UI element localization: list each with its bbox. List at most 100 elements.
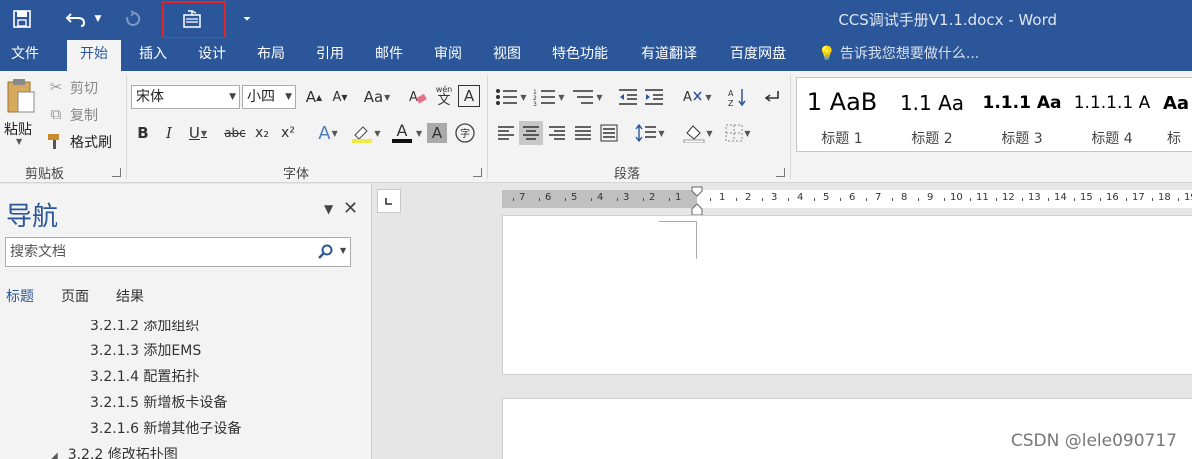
font-color-icon[interactable]: A bbox=[386, 121, 418, 145]
tab-file[interactable]: 文件 bbox=[11, 38, 39, 71]
tab-selector-icon[interactable] bbox=[377, 189, 401, 213]
ruler-tick bbox=[1126, 198, 1127, 201]
document-page[interactable] bbox=[502, 215, 1192, 375]
shrink-font-icon[interactable]: A ▼ bbox=[328, 85, 352, 109]
customize-quick-access-icon[interactable]: ⏷ bbox=[240, 0, 254, 38]
grow-font-icon[interactable]: A ▲ bbox=[302, 85, 326, 109]
ruler-number: 18 bbox=[1158, 192, 1171, 203]
tab-view[interactable]: 视图 bbox=[493, 38, 521, 71]
format-painter-icon[interactable] bbox=[46, 131, 66, 151]
text-direction-icon[interactable]: A ▼ bbox=[680, 85, 714, 109]
ruler-tick bbox=[1152, 198, 1153, 201]
font-launcher-icon[interactable] bbox=[473, 168, 482, 177]
collapse-triangle-icon[interactable]: ◢ bbox=[50, 451, 58, 459]
line-spacing-icon[interactable]: ▼ bbox=[632, 121, 668, 145]
highlight-box bbox=[162, 1, 226, 39]
format-painter-label[interactable]: 格式刷 bbox=[70, 132, 112, 152]
strikethrough-icon[interactable]: abc bbox=[222, 121, 248, 145]
style-heading-4[interactable]: 1.1.1.1 A 标题 4 bbox=[1067, 78, 1157, 151]
sort-icon[interactable]: AZ bbox=[726, 85, 750, 109]
ruler-tick bbox=[892, 198, 893, 201]
close-icon[interactable]: ✕ bbox=[343, 198, 358, 219]
ruler-tick bbox=[918, 198, 919, 201]
character-shading-icon[interactable]: A bbox=[427, 123, 447, 143]
nav-heading-item[interactable]: 3.2.1.5 新增板卡设备 bbox=[90, 392, 227, 412]
bold-icon[interactable]: B bbox=[131, 121, 155, 145]
align-center-icon[interactable] bbox=[519, 121, 543, 145]
superscript-icon[interactable]: x² bbox=[276, 121, 300, 145]
enclose-characters-icon[interactable]: 字 bbox=[453, 121, 477, 145]
svg-text:Z: Z bbox=[728, 99, 734, 107]
undo-icon[interactable] bbox=[62, 0, 90, 38]
style-title[interactable]: Aa 标 bbox=[1159, 78, 1192, 151]
show-formatting-marks-icon[interactable] bbox=[760, 85, 784, 109]
font-size-combo[interactable]: 小四 ▼ bbox=[242, 85, 296, 109]
clipboard-launcher-icon[interactable] bbox=[112, 168, 121, 177]
ruler-tick bbox=[970, 198, 971, 201]
ruler-number: 8 bbox=[901, 192, 908, 203]
tell-me-box[interactable]: 💡 告诉我您想要做什么... bbox=[818, 38, 979, 71]
text-effects-icon[interactable]: A ▼ bbox=[312, 121, 344, 145]
tab-home[interactable]: 开始 bbox=[67, 40, 121, 71]
save-icon[interactable] bbox=[8, 0, 36, 38]
clear-formatting-icon[interactable]: A bbox=[406, 85, 430, 109]
ruler-number: 5 bbox=[823, 192, 830, 203]
subscript-icon[interactable]: x₂ bbox=[250, 121, 274, 145]
tab-special-features[interactable]: 特色功能 bbox=[552, 38, 608, 71]
nav-heading-item[interactable]: 3.2.1.3 添加EMS bbox=[90, 340, 201, 360]
pane-options-icon[interactable]: ▼ bbox=[324, 202, 333, 216]
character-border-icon[interactable]: A bbox=[458, 85, 480, 107]
nav-tab-results[interactable]: 结果 bbox=[116, 286, 144, 306]
nav-heading-item[interactable]: ◢ 3.2.2 修改拓扑图 bbox=[50, 444, 178, 459]
ruler-tick bbox=[1178, 198, 1179, 201]
nav-heading-item[interactable]: 3.2.1.2 添加组织 bbox=[90, 320, 199, 335]
tab-references[interactable]: 引用 bbox=[316, 38, 344, 71]
style-heading-3[interactable]: 1.1.1 Aa 标题 3 bbox=[977, 78, 1067, 151]
paste-dropdown-icon[interactable]: ▼ bbox=[16, 137, 22, 146]
italic-icon[interactable]: I bbox=[157, 121, 181, 145]
separator bbox=[487, 75, 488, 179]
font-name-combo[interactable]: 宋体 ▼ bbox=[131, 85, 240, 109]
search-input[interactable] bbox=[6, 238, 306, 266]
horizontal-ruler[interactable]: 765432112345678910111213141516171819 bbox=[502, 190, 1192, 208]
paragraph-launcher-icon[interactable] bbox=[776, 168, 785, 177]
ruler-tick bbox=[736, 198, 737, 201]
search-dropdown-icon[interactable]: ▼ bbox=[340, 246, 346, 255]
phonetic-guide-icon[interactable]: wén 文 bbox=[432, 83, 456, 107]
borders-icon[interactable]: ▼ bbox=[720, 121, 756, 145]
tab-review[interactable]: 审阅 bbox=[434, 38, 462, 71]
tab-insert[interactable]: 插入 bbox=[139, 38, 167, 71]
numbering-icon[interactable]: 1 2 3 ▼ bbox=[532, 85, 566, 109]
nav-tab-headings[interactable]: 标题 bbox=[6, 286, 34, 306]
style-heading-1[interactable]: 1 AaB 标题 1 bbox=[797, 78, 887, 151]
tab-youdao-translate[interactable]: 有道翻译 bbox=[641, 38, 697, 71]
watermark: CSDN @lele090717 bbox=[1010, 431, 1177, 451]
align-right-icon[interactable] bbox=[545, 121, 569, 145]
shading-icon[interactable]: ▼ bbox=[680, 121, 716, 145]
nav-heading-item[interactable]: 3.2.1.4 配置拓扑 bbox=[90, 366, 199, 386]
highlight-color-icon[interactable]: ▼ bbox=[348, 121, 384, 145]
nav-tab-pages[interactable]: 页面 bbox=[61, 286, 89, 306]
justify-icon[interactable] bbox=[571, 121, 595, 145]
tab-layout[interactable]: 布局 bbox=[257, 38, 285, 71]
align-left-icon[interactable] bbox=[494, 121, 518, 145]
multilevel-list-icon[interactable]: ▼ bbox=[570, 85, 604, 109]
underline-icon[interactable]: U ▼ bbox=[183, 121, 213, 145]
search-icon[interactable] bbox=[318, 244, 334, 264]
ruler-number: 2 bbox=[745, 192, 752, 203]
tab-mailings[interactable]: 邮件 bbox=[375, 38, 403, 71]
paste-icon[interactable] bbox=[4, 77, 38, 115]
undo-dropdown-icon[interactable]: ▼ bbox=[92, 0, 104, 38]
change-case-button[interactable]: Aa ▼ bbox=[360, 85, 394, 109]
font-size-value: 小四 bbox=[247, 89, 275, 105]
tab-design[interactable]: 设计 bbox=[198, 38, 226, 71]
bullets-icon[interactable]: ▼ bbox=[494, 85, 528, 109]
style-heading-2[interactable]: 1.1 Aa 标题 2 bbox=[887, 78, 977, 151]
nav-heading-item[interactable]: 3.2.1.6 新增其他子设备 bbox=[90, 418, 241, 438]
decrease-indent-icon[interactable] bbox=[616, 85, 640, 109]
font-color-dropdown-icon[interactable]: ▼ bbox=[416, 129, 422, 138]
paste-label[interactable]: 粘贴 bbox=[4, 119, 32, 139]
distributed-icon[interactable] bbox=[597, 121, 621, 145]
tab-baidu-netdisk[interactable]: 百度网盘 bbox=[730, 38, 786, 71]
increase-indent-icon[interactable] bbox=[642, 85, 666, 109]
